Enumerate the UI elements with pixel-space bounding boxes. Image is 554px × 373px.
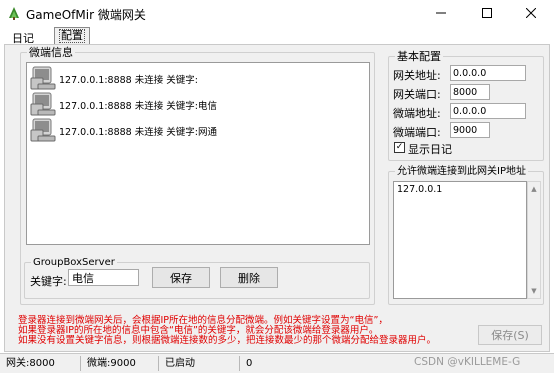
status-gateway-port: 网关:8000 [3,356,81,371]
list-item[interactable]: 127.0.0.1 [397,184,523,195]
scroll-up-icon[interactable]: ▲ [528,182,540,196]
computer-icon [29,91,57,117]
status-mir-port: 微端:9000 [84,356,159,371]
maximize-icon [482,8,492,18]
status-count: 0 [246,358,253,369]
maximize-button[interactable] [464,0,510,26]
mir-port-input[interactable] [450,122,490,138]
minimize-icon [436,12,446,14]
allowed-ip-scrollbar[interactable]: ▲ ▼ [527,181,541,299]
tab-config[interactable]: 配置 [54,27,90,44]
gateway-info-title: 微端信息 [27,46,75,59]
list-item[interactable]: 127.0.0.1:8888 未连接 关键字:网通 [29,117,365,143]
gateway-address-label: 网关地址: [393,69,441,82]
info-text-line: 如果没有设置关键字信息，则根据微端连接数的多少，把连接数最少的那个微端分配给登录… [18,335,437,346]
gateway-address-input[interactable] [450,65,526,81]
save-keyword-button[interactable]: 保存 [152,267,210,288]
client-text: 127.0.0.1:8888 未连接 关键字:网通 [59,127,217,138]
keyword-label: 关键字: [30,275,67,288]
tab-config-label: 配置 [59,29,85,43]
gateway-port-label: 网关端口: [393,88,441,101]
status-state: 已启动 [162,356,240,371]
show-log-checkbox[interactable]: ✓ [394,142,405,153]
client-text: 127.0.0.1:8888 未连接 关键字: [59,75,198,86]
gateway-port-input[interactable] [450,84,490,100]
computer-icon [29,117,57,143]
mir-address-input[interactable] [450,103,526,119]
watermark: CSDN @vKILLEME-G [414,356,521,368]
checkmark-icon: ✓ [395,142,404,152]
window-title: GameOfMir 微端网关 [26,8,146,22]
delete-keyword-button[interactable]: 删除 [220,267,278,288]
scroll-down-icon[interactable]: ▼ [528,284,540,298]
save-config-button[interactable]: 保存(S) [478,325,542,345]
group-box-server-title: GroupBoxServer [31,256,117,269]
close-icon [526,8,536,18]
show-log-label: 显示日记 [408,143,452,156]
allowed-ip-title: 允许微端连接到此网关IP地址 [395,165,528,178]
app-icon [6,5,22,21]
computer-icon [29,65,57,91]
basic-config-title: 基本配置 [395,50,443,63]
mir-address-label: 微端地址: [393,107,441,120]
client-list[interactable]: 127.0.0.1:8888 未连接 关键字: 127.0.0.1:8888 未… [26,62,370,245]
client-text: 127.0.0.1:8888 未连接 关键字:电信 [59,101,217,112]
allowed-ip-list[interactable]: 127.0.0.1 [393,181,527,299]
minimize-button[interactable] [418,0,464,26]
keyword-input[interactable] [68,269,139,286]
mir-port-label: 微端端口: [393,126,441,139]
close-button[interactable] [508,0,554,26]
list-item[interactable]: 127.0.0.1:8888 未连接 关键字: [29,65,365,91]
list-item[interactable]: 127.0.0.1:8888 未连接 关键字:电信 [29,91,365,117]
